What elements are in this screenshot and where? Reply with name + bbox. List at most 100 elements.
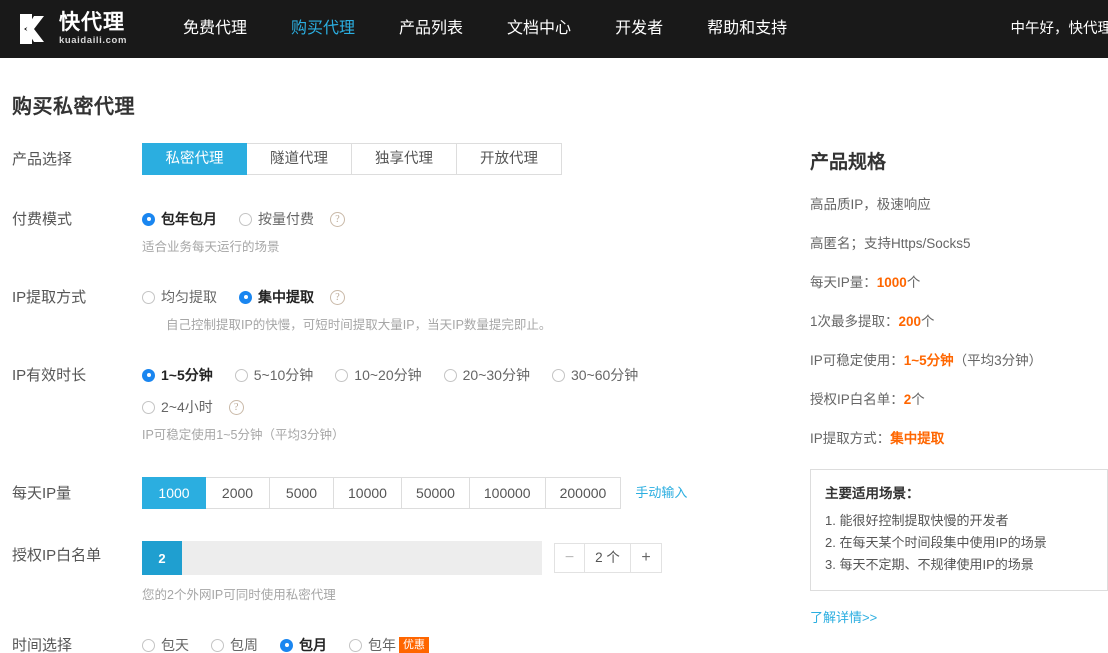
nav-item-free-proxy[interactable]: 免费代理	[161, 0, 269, 58]
logo-k-icon	[18, 12, 52, 46]
radio-billing-yearly-monthly[interactable]: 包年包月	[142, 207, 217, 231]
scenario-box: 主要适用场景： 1. 能很好控制提取快慢的开发者 2. 在每天某个时间段集中使用…	[810, 469, 1108, 591]
radio-dot-icon	[142, 290, 155, 304]
radio-duration-2-4hour[interactable]: 2~4小时	[142, 395, 213, 419]
page-container: 购买私密代理 产品选择 私密代理 隧道代理 独享代理 开放代理 付费模式 包年包…	[0, 90, 1108, 653]
daily-ip-option-10000[interactable]: 10000	[334, 477, 402, 509]
extract-method-radios: 均匀提取 集中提取 ?	[142, 281, 810, 309]
help-icon-duration[interactable]: ?	[228, 399, 244, 415]
spec-label: 授权IP白名单：	[810, 392, 904, 407]
daily-ip-option-50000[interactable]: 50000	[401, 477, 470, 509]
spec-item-stable-duration: IP可稳定使用：1~5分钟（平均3分钟）	[810, 352, 1108, 370]
manual-input-link[interactable]: 手动输入	[635, 477, 687, 509]
label-daily-ip-amount: 每天IP量	[12, 485, 72, 502]
daily-ip-option-200000[interactable]: 200000	[545, 477, 622, 509]
scenario-item: 2. 在每天某个时间段集中使用IP的场景	[825, 535, 1047, 550]
nav-item-docs[interactable]: 文档中心	[485, 0, 593, 58]
daily-ip-options: 1000 2000 5000 10000 50000 100000 200000	[142, 477, 622, 509]
top-navigation-bar: 快代理 kuaidaili.com 免费代理 购买代理 产品列表 文档中心 开发…	[0, 0, 1108, 58]
hint-extract-method: 自己控制提取IP的快慢，可短时间提取大量IP，当天IP数量提完即止。	[166, 318, 552, 332]
spec-label: IP可稳定使用：	[810, 353, 904, 368]
site-logo[interactable]: 快代理 kuaidaili.com	[18, 12, 127, 46]
row-ip-duration: IP有效时长 1~5分钟 5~10分钟 10~20分钟 20~30分钟 30~6…	[12, 359, 810, 443]
label-ip-whitelist: 授权IP白名单	[12, 547, 102, 564]
radio-extract-even[interactable]: 均匀提取	[142, 285, 217, 309]
product-tab-dedicated[interactable]: 独享代理	[352, 143, 457, 175]
radio-extract-concentrated[interactable]: 集中提取	[239, 285, 314, 309]
label-product-select: 产品选择	[12, 151, 73, 168]
main-nav: 免费代理 购买代理 产品列表 文档中心 开发者 帮助和支持	[161, 0, 809, 58]
daily-ip-option-100000[interactable]: 100000	[469, 477, 546, 509]
spec-value: 1~5分钟	[903, 353, 954, 368]
spec-value: 集中提取	[890, 431, 945, 446]
radio-duration-5-10min[interactable]: 5~10分钟	[234, 363, 314, 387]
scenario-box-title: 主要适用场景：	[825, 486, 920, 501]
spec-suffix: （平均3分钟）	[953, 353, 1043, 368]
spec-panel-title: 产品规格	[810, 152, 887, 173]
radio-duration-20-30min[interactable]: 20~30分钟	[443, 363, 530, 387]
spec-suffix: 个	[921, 314, 935, 329]
billing-mode-radios: 包年包月 按量付费 ?	[142, 203, 810, 231]
ip-duration-radios-row2: 2~4小时 ?	[142, 387, 810, 419]
radio-label: 5~10分钟	[253, 367, 314, 383]
product-tab-private[interactable]: 私密代理	[142, 143, 247, 175]
whitelist-progress-fill: 2	[142, 541, 182, 575]
product-tab-tunnel[interactable]: 隧道代理	[247, 143, 352, 175]
whitelist-progress-bar[interactable]: 2	[142, 541, 542, 575]
help-icon-extract[interactable]: ?	[330, 289, 345, 305]
spec-suffix: 个	[911, 392, 925, 407]
nav-item-help-support[interactable]: 帮助和支持	[685, 0, 809, 58]
product-spec-panel: 产品规格 高品质IP，极速响应 高匿名；支持Https/Socks5 每天IP量…	[810, 119, 1108, 653]
radio-time-yearly[interactable]: 包年 优惠	[349, 633, 429, 653]
radio-label: 均匀提取	[161, 289, 217, 305]
spec-item-anonymity: 高匿名；支持Https/Socks5	[810, 236, 971, 251]
label-billing-mode: 付费模式	[12, 211, 73, 228]
stepper-increase-button[interactable]: +	[631, 544, 661, 572]
user-greeting[interactable]: 中午好，快代理	[1011, 0, 1108, 58]
nav-item-buy-proxy[interactable]: 购买代理	[269, 0, 377, 58]
radio-label: 30~60分钟	[570, 367, 639, 383]
radio-dot-icon	[142, 400, 155, 414]
radio-label: 集中提取	[258, 289, 314, 305]
daily-ip-option-5000[interactable]: 5000	[270, 477, 334, 509]
radio-label: 包周	[230, 637, 258, 653]
spec-item-quality: 高品质IP，极速响应	[810, 197, 931, 212]
spec-item-daily-ip: 每天IP量：1000个	[810, 274, 1108, 292]
radio-duration-1-5min[interactable]: 1~5分钟	[142, 363, 213, 387]
stepper-decrease-button[interactable]: −	[555, 544, 585, 572]
logo-text-cn: 快代理	[59, 11, 125, 35]
scenario-item: 1. 能很好控制提取快慢的开发者	[825, 513, 1009, 528]
product-tabs: 私密代理 隧道代理 独享代理 开放代理	[142, 143, 810, 175]
radio-dot-icon	[443, 368, 457, 382]
radio-time-monthly[interactable]: 包月	[280, 633, 327, 653]
nav-item-developer[interactable]: 开发者	[593, 0, 685, 58]
radio-label: 10~20分钟	[354, 367, 422, 383]
radio-dot-icon	[335, 368, 349, 382]
page-title: 购买私密代理	[12, 96, 135, 118]
label-ip-duration: IP有效时长	[12, 367, 87, 384]
learn-more-link[interactable]: 了解详情>>	[810, 607, 877, 626]
help-icon-billing[interactable]: ?	[330, 211, 345, 227]
stepper-value: 2 个	[585, 544, 631, 572]
radio-duration-30-60min[interactable]: 30~60分钟	[551, 363, 639, 387]
radio-time-weekly[interactable]: 包周	[211, 633, 258, 653]
product-tab-open[interactable]: 开放代理	[457, 143, 562, 175]
hint-ip-whitelist: 您的2个外网IP可同时使用私密代理	[142, 588, 336, 602]
daily-ip-option-2000[interactable]: 2000	[206, 477, 270, 509]
ip-duration-radios-row1: 1~5分钟 5~10分钟 10~20分钟 20~30分钟 30~60分钟	[142, 359, 810, 387]
radio-dot-selected-icon	[142, 212, 155, 226]
nav-item-product-list[interactable]: 产品列表	[377, 0, 485, 58]
label-time-select: 时间选择	[12, 637, 73, 653]
radio-dot-selected-icon	[239, 290, 252, 304]
radio-duration-10-20min[interactable]: 10~20分钟	[335, 363, 422, 387]
purchase-form: 产品选择 私密代理 隧道代理 独享代理 开放代理 付费模式 包年包月 按量付费 …	[0, 119, 810, 653]
radio-billing-pay-as-you-go[interactable]: 按量付费	[239, 207, 314, 231]
spec-label: 每天IP量：	[810, 275, 877, 290]
row-ip-whitelist: 授权IP白名单 2 − 2 个 + 您的2个外网IP可同时使用私密代理	[12, 539, 810, 603]
label-extract-method: IP提取方式	[12, 289, 87, 306]
time-select-radios: 包天 包周 包月 包年 优惠	[142, 629, 810, 653]
radio-time-daily[interactable]: 包天	[142, 633, 189, 653]
row-daily-ip-amount: 每天IP量 1000 2000 5000 10000 50000 100000 …	[12, 477, 810, 509]
radio-dot-icon	[239, 212, 252, 226]
daily-ip-option-1000[interactable]: 1000	[142, 477, 206, 509]
